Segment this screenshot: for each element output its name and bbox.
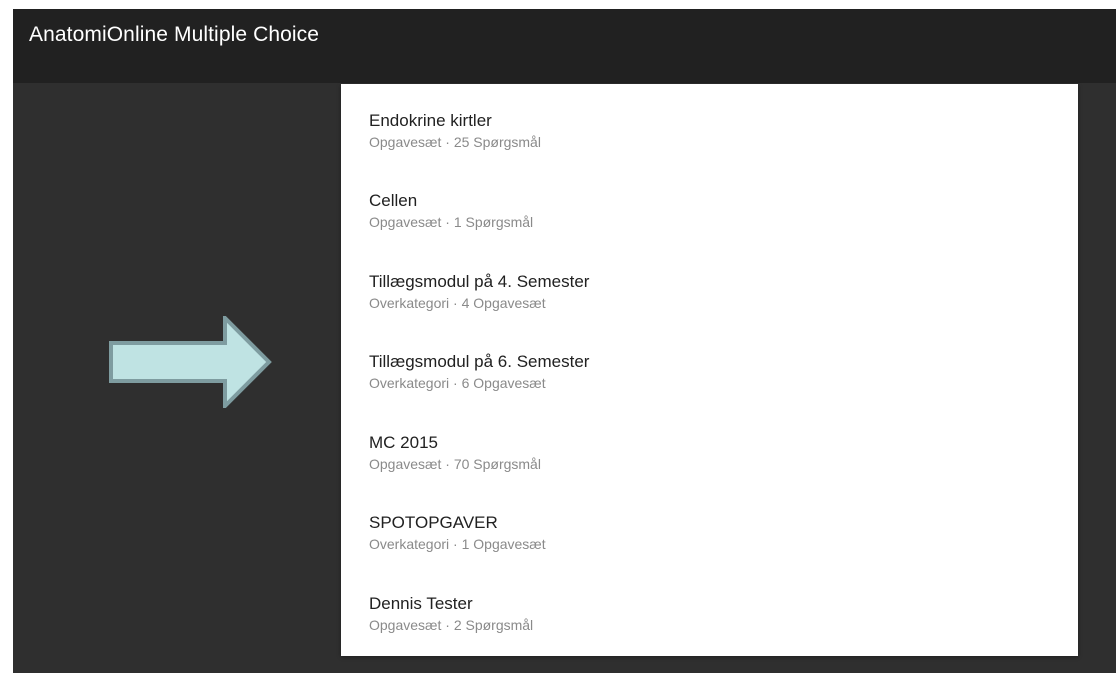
list-item[interactable]: MC 2015 Opgavesæt · 70 Spørgsmål [369,433,1069,493]
app-title: AnatomiOnline Multiple Choice [29,23,320,46]
app-bar: AnatomiOnline Multiple Choice [13,9,1116,83]
list-item-title: Tillægsmodul på 4. Semester [369,272,590,291]
list-item-title: SPOTOPGAVER [369,513,498,532]
list-item-subtitle: Opgavesæt · 70 Spørgsmål [369,456,541,472]
right-arrow-icon [109,316,272,408]
list-item[interactable]: Dennis Tester Opgavesæt · 2 Spørgsmål [369,594,1069,654]
list-item-subtitle: Overkategori · 6 Opgavesæt [369,375,546,391]
list-item[interactable]: Endokrine kirtler Opgavesæt · 25 Spørgsm… [369,111,1069,171]
list-item-title: Tillægsmodul på 6. Semester [369,352,590,371]
list-item[interactable]: SPOTOPGAVER Overkategori · 1 Opgavesæt [369,513,1069,573]
list-item[interactable]: Tillægsmodul på 4. Semester Overkategori… [369,272,1069,332]
list-item-subtitle: Opgavesæt · 1 Spørgsmål [369,214,534,230]
list-item-title: MC 2015 [369,433,438,452]
list-item-title: Cellen [369,191,418,210]
list-item-subtitle: Overkategori · 1 Opgavesæt [369,536,546,552]
app-window: AnatomiOnline Multiple Choice Endokrine … [13,9,1116,673]
list-item[interactable]: Tillægsmodul på 6. Semester Overkategori… [369,352,1069,412]
list-item-subtitle: Opgavesæt · 25 Spørgsmål [369,134,541,150]
list-item-subtitle: Overkategori · 4 Opgavesæt [369,295,546,311]
list-item-subtitle: Opgavesæt · 2 Spørgsmål [369,617,534,633]
list-item-title: Dennis Tester [369,594,473,613]
list-item-title: Endokrine kirtler [369,111,492,130]
list-item[interactable]: Cellen Opgavesæt · 1 Spørgsmål [369,191,1069,251]
category-list: Endokrine kirtler Opgavesæt · 25 Spørgsm… [341,84,1078,656]
